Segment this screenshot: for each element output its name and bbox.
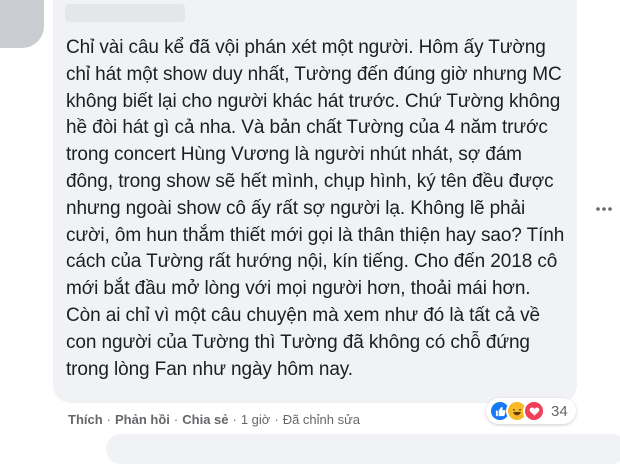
edited-label[interactable]: Đã chỉnh sửa: [283, 412, 360, 427]
reaction-count: 34: [551, 402, 568, 420]
timestamp[interactable]: 1 giờ: [241, 412, 271, 427]
more-options-button[interactable]: [592, 193, 616, 217]
separator: ·: [274, 412, 279, 427]
separator: ·: [106, 412, 112, 427]
next-reply-bubble: [106, 434, 620, 464]
share-action[interactable]: Chia sẻ: [182, 412, 228, 427]
like-action[interactable]: Thích: [68, 412, 103, 427]
comment-actions: Thích · Phản hồi · Chia sẻ · 1 giờ · Đã …: [68, 412, 360, 427]
commenter-avatar[interactable]: [0, 0, 44, 48]
reaction-summary[interactable]: 34: [486, 398, 576, 424]
comment-text: Chỉ vài câu kể đã vội phán xét một người…: [66, 37, 565, 380]
separator: ·: [173, 412, 179, 427]
love-icon: [523, 400, 545, 422]
reply-action[interactable]: Phản hồi: [115, 412, 170, 427]
comment-bubble: Chỉ vài câu kể đã vội phán xét một người…: [53, 0, 577, 403]
author-name-redacted[interactable]: [65, 4, 185, 22]
ellipsis-icon: [596, 195, 612, 216]
separator: ·: [232, 412, 237, 427]
